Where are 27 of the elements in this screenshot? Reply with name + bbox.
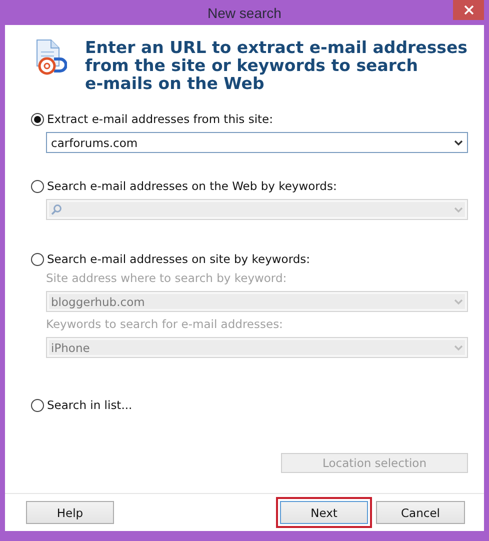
radio-label: Extract e-mail addresses from this site: [47, 112, 273, 126]
window-title: New search [208, 4, 282, 20]
combo-value: carforums.com [51, 136, 138, 150]
search-icon [51, 204, 62, 215]
radio-label: Search in list... [47, 398, 132, 412]
radio-button[interactable] [31, 398, 44, 412]
field-caption: Site address where to search by keyword: [46, 271, 288, 285]
close-button[interactable] [453, 0, 484, 20]
heading-text: Enter an URL to extract e-mail addresses from the site or keywords to search e-mails on the Web [85, 39, 468, 93]
combo-value: iPhone [51, 340, 90, 354]
dialog-button[interactable]: Cancel [376, 501, 465, 524]
chevron-icon [454, 206, 463, 212]
radio-button[interactable] [31, 112, 44, 126]
combo-value: bloggerhub.com [51, 294, 145, 308]
document-email-icon [35, 39, 67, 75]
radio-label: Search e-mail addresses on site by keywords: [47, 252, 310, 266]
radio-label: Search e-mail addresses on the Web by keywords: [47, 179, 337, 193]
chevron-icon [454, 140, 463, 146]
close-icon [464, 5, 474, 15]
radio-button[interactable] [31, 252, 44, 266]
radio-button[interactable] [31, 180, 44, 192]
chevron-icon [454, 298, 463, 304]
combo-box[interactable]: carforums.com [46, 132, 468, 153]
dialog-button[interactable]: Help [26, 501, 114, 524]
dialog-button[interactable]: Next [280, 501, 368, 524]
chevron-icon [454, 344, 463, 350]
field-caption: Keywords to search for e-mail addresses: [46, 317, 284, 331]
